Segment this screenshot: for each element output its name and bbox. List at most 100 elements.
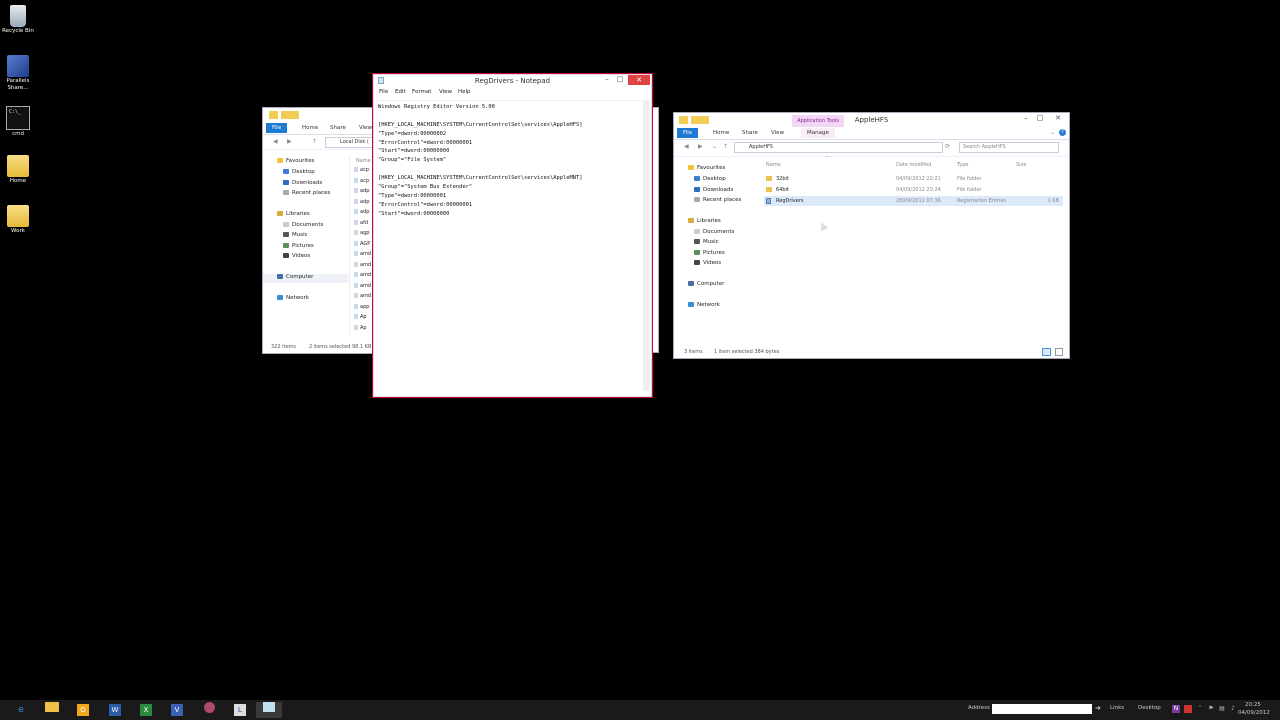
notepad-taskbar-icon[interactable] xyxy=(256,702,282,718)
details-view-icon[interactable] xyxy=(1042,348,1051,356)
excel-icon[interactable]: X xyxy=(133,702,159,718)
nav-pictures[interactable]: Pictures xyxy=(283,243,314,249)
nav-music[interactable]: Music xyxy=(694,239,719,245)
menu-help[interactable]: Help xyxy=(458,89,471,95)
maximize-button[interactable]: □ xyxy=(613,74,627,84)
file-row-stub[interactable]: amd xyxy=(354,282,371,294)
file-row-stub[interactable]: app xyxy=(354,303,371,315)
nav-documents[interactable]: Documents xyxy=(283,222,323,228)
onenote-tray-icon[interactable]: N xyxy=(1172,705,1180,713)
nav-libraries[interactable]: Libraries xyxy=(277,211,310,217)
nav-downloads[interactable]: Downloads xyxy=(694,187,733,193)
minimize-button[interactable]: – xyxy=(600,74,614,84)
notepad-text-area[interactable]: Windows Registry Editor Version 5.00 [HKE… xyxy=(378,100,642,391)
back-icon[interactable]: ◀ xyxy=(273,138,278,145)
column-header-date[interactable]: Date modified xyxy=(896,162,931,168)
file-row-stub[interactable]: AGP xyxy=(354,240,371,252)
file-row-stub[interactable]: amd xyxy=(354,272,371,283)
desktop-icon-parallels[interactable]: Parallels Share... xyxy=(0,55,36,92)
forward-icon[interactable]: ▶ xyxy=(287,138,292,145)
back-icon[interactable]: ◀ xyxy=(684,143,689,150)
tab-view[interactable]: View xyxy=(765,128,790,138)
address-toolbar-input[interactable] xyxy=(992,704,1092,714)
file-row-stub[interactable]: acp xyxy=(354,167,371,178)
right-explorer-titlebar[interactable]: Application Tools AppleHFS – □ ✕ xyxy=(674,113,1069,127)
volume-icon[interactable]: ♪ xyxy=(1229,705,1237,713)
tab-file[interactable]: File xyxy=(677,128,699,138)
clock-date[interactable]: 04/09/2012 xyxy=(1238,710,1270,716)
desktop-icon-home[interactable]: Home xyxy=(0,155,36,185)
file-row-stub[interactable]: acp xyxy=(354,177,371,189)
nav-recent-places[interactable]: Recent places xyxy=(283,190,330,196)
menu-file[interactable]: File xyxy=(379,89,388,95)
internet-explorer-icon[interactable]: e xyxy=(8,702,34,718)
nav-music[interactable]: Music xyxy=(283,232,308,238)
search-input[interactable]: Search AppleHFS xyxy=(959,142,1059,153)
file-row-selected[interactable]: RegDrivers 28/09/2011 07:36 Registration… xyxy=(764,196,1063,206)
file-row-stub[interactable]: Ap xyxy=(354,314,371,325)
file-row-stub[interactable]: agp xyxy=(354,230,371,241)
action-center-icon[interactable]: ⚑ xyxy=(1207,705,1215,713)
tab-share[interactable]: Share xyxy=(324,123,352,133)
links-toolbar[interactable]: Links xyxy=(1110,705,1124,711)
nav-pictures[interactable]: Pictures xyxy=(694,250,725,256)
column-header-type[interactable]: Type xyxy=(957,162,968,168)
up-icon[interactable]: ↑ xyxy=(723,143,728,150)
antivirus-tray-icon[interactable] xyxy=(1184,705,1192,713)
refresh-icon[interactable]: ⟳ xyxy=(945,143,950,150)
file-row-stub[interactable]: adp xyxy=(354,198,371,210)
nav-videos[interactable]: Videos xyxy=(283,253,310,259)
file-row-stub[interactable]: amd xyxy=(354,293,371,304)
tab-home[interactable]: Home xyxy=(296,123,324,133)
recent-locations-icon[interactable]: ⌄ xyxy=(712,143,717,150)
file-row[interactable]: 32bit 04/09/2012 20:21 File folder xyxy=(764,174,1063,184)
nav-computer[interactable]: Computer xyxy=(688,281,724,287)
file-row-stub[interactable]: Ap xyxy=(354,324,371,336)
nav-desktop[interactable]: Desktop xyxy=(283,169,315,175)
nav-network[interactable]: Network xyxy=(277,295,309,301)
file-explorer-icon[interactable] xyxy=(39,702,65,718)
outlook-icon[interactable]: O xyxy=(70,702,96,718)
desktop-icon-recycle-bin[interactable]: Recycle Bin xyxy=(0,5,36,35)
nav-documents[interactable]: Documents xyxy=(694,229,734,235)
desktop-icon-cmd[interactable]: cmd xyxy=(0,106,36,138)
nav-desktop[interactable]: Desktop xyxy=(694,176,726,182)
settings-icon[interactable] xyxy=(196,702,222,718)
help-icon[interactable]: ? xyxy=(1059,129,1066,136)
tab-home[interactable]: Home xyxy=(707,128,735,138)
show-hidden-icons-icon[interactable]: ˄ xyxy=(1196,705,1204,713)
notepad-titlebar[interactable]: RegDrivers - Notepad – □ ✕ xyxy=(373,74,652,88)
lync-icon[interactable]: L xyxy=(227,702,253,718)
file-row[interactable]: 64bit 04/09/2012 20:24 File folder xyxy=(764,185,1063,195)
left-explorer-window[interactable]: File Home Share View ◀ ▶ ↑ Local Disk ( … xyxy=(262,107,387,354)
maximize-button[interactable]: □ xyxy=(1033,113,1047,123)
file-row-stub[interactable]: amd xyxy=(354,251,371,262)
left-explorer-titlebar[interactable] xyxy=(263,108,381,122)
desktop-toolbar[interactable]: Desktop xyxy=(1138,705,1161,711)
nav-favourites[interactable]: Favourites xyxy=(688,165,725,171)
tab-file[interactable]: File xyxy=(266,123,288,133)
menu-view[interactable]: View xyxy=(439,89,452,95)
close-button[interactable]: ✕ xyxy=(1049,113,1067,123)
large-icons-view-icon[interactable] xyxy=(1055,348,1063,356)
column-header-name[interactable]: Name xyxy=(766,162,781,168)
nav-favourites[interactable]: Favourites xyxy=(277,158,314,164)
address-bar[interactable]: AppleHFS xyxy=(734,142,943,153)
file-row-stub[interactable]: adp xyxy=(354,209,371,220)
file-row-stub[interactable]: afd xyxy=(354,219,371,231)
nav-computer[interactable]: Computer xyxy=(263,274,348,283)
menu-format[interactable]: Format xyxy=(412,89,431,95)
minimize-button[interactable]: – xyxy=(1019,113,1033,123)
nav-network[interactable]: Network xyxy=(688,302,720,308)
go-icon[interactable]: ➜ xyxy=(1095,704,1101,712)
menu-edit[interactable]: Edit xyxy=(395,89,406,95)
visio-icon[interactable]: V xyxy=(164,702,190,718)
word-icon[interactable]: W xyxy=(102,702,128,718)
column-header-size[interactable]: Size xyxy=(1016,162,1026,168)
tab-share[interactable]: Share xyxy=(736,128,764,138)
up-icon[interactable]: ↑ xyxy=(312,138,317,145)
file-row-stub[interactable]: amd xyxy=(354,261,371,273)
file-row-stub[interactable]: adp xyxy=(354,188,371,199)
desktop-icon-work[interactable]: Work xyxy=(0,205,36,235)
vertical-scrollbar[interactable] xyxy=(643,100,650,391)
